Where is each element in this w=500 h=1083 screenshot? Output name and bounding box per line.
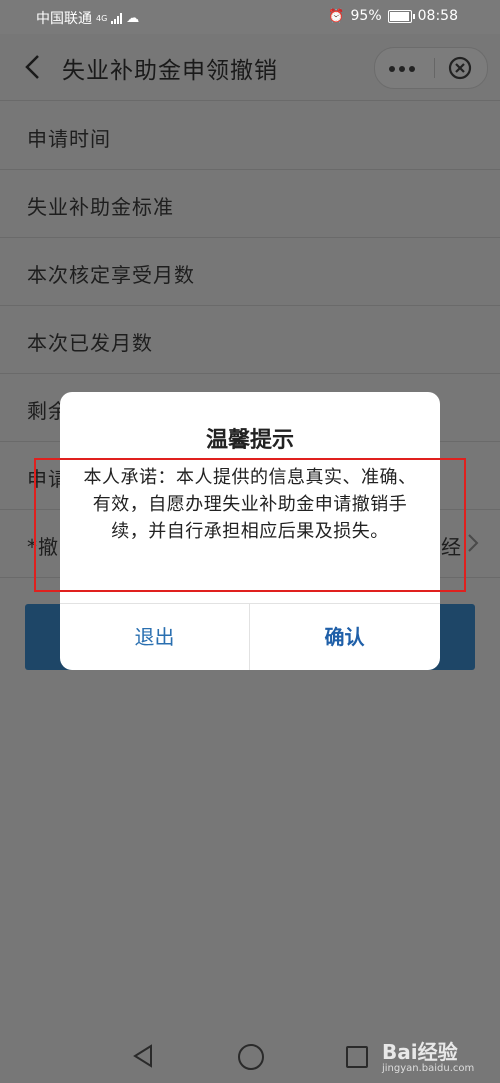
nav-recents-icon[interactable] bbox=[346, 1046, 368, 1068]
row-label: 本次核定享受月数 bbox=[27, 263, 195, 287]
chevron-right-icon bbox=[468, 534, 479, 552]
network-label: 4G bbox=[96, 13, 108, 23]
highlight-box bbox=[34, 458, 466, 592]
capsule-divider bbox=[434, 58, 435, 78]
list-item: 失业补助金标准 bbox=[0, 170, 500, 238]
mini-program-capsule bbox=[374, 47, 488, 89]
close-icon[interactable] bbox=[448, 56, 472, 80]
list-item: 申请时间 bbox=[0, 102, 500, 170]
list-item: 本次核定享受月数 bbox=[0, 238, 500, 306]
nav-bar: 失业补助金申领撤销 bbox=[0, 34, 500, 101]
row-label: 申请时间 bbox=[27, 127, 111, 151]
confirm-button[interactable]: 确认 bbox=[250, 604, 439, 670]
back-arrow-icon[interactable] bbox=[22, 54, 46, 80]
baidu-jingyan-watermark: Bai经验 jingyan.baidu.com bbox=[382, 1036, 474, 1074]
dialog-title: 温馨提示 bbox=[205, 428, 294, 453]
nav-home-icon[interactable] bbox=[238, 1044, 264, 1070]
page-title: 失业补助金申领撤销 bbox=[62, 58, 278, 84]
more-icon[interactable] bbox=[389, 66, 419, 72]
watermark-brand: Bai经验 bbox=[382, 1040, 458, 1064]
clock: 08:58 bbox=[417, 8, 458, 24]
row-label: 失业补助金标准 bbox=[27, 195, 174, 219]
exit-button[interactable]: 退出 bbox=[60, 604, 249, 670]
row-label: 本次已发月数 bbox=[27, 331, 153, 355]
signal-icon bbox=[111, 12, 123, 24]
alarm-icon: ⏰ bbox=[328, 8, 345, 24]
system-nav-bar: Bai经验 jingyan.baidu.com bbox=[0, 1028, 500, 1083]
nav-back-icon[interactable] bbox=[132, 1044, 154, 1068]
carrier-label: 中国联通 bbox=[36, 11, 92, 27]
battery-percent: 95% bbox=[350, 8, 382, 24]
status-bar: 中国联通 4G ☁ ⏰ 95% 08:58 bbox=[0, 0, 500, 34]
cloud-icon: ☁ bbox=[126, 10, 140, 26]
battery-icon bbox=[387, 9, 415, 23]
watermark-domain: jingyan.baidu.com bbox=[382, 1063, 475, 1074]
list-item: 本次已发月数 bbox=[0, 306, 500, 374]
